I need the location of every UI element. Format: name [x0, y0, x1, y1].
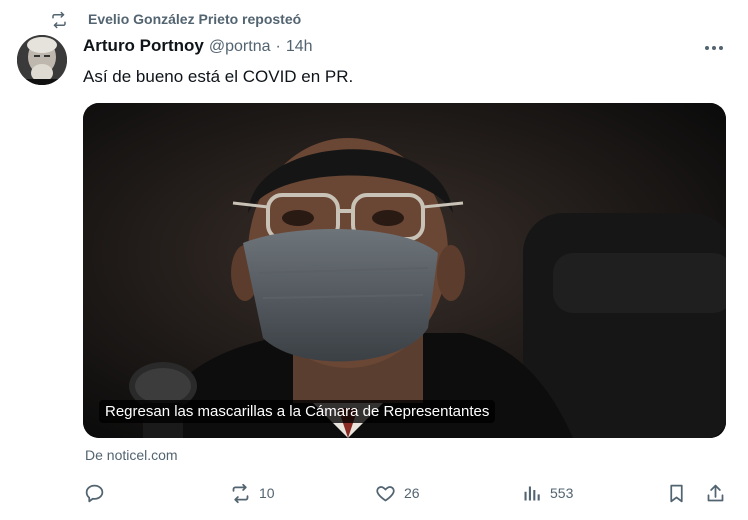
action-bar: 10 26 553 — [0, 478, 748, 508]
repost-count: 10 — [259, 485, 275, 501]
tweet-text: Así de bueno está el COVID en PR. — [83, 67, 354, 86]
reply-icon — [85, 484, 104, 502]
card-source[interactable]: De noticel.com — [85, 447, 178, 463]
author-name[interactable]: Arturo Portnoy — [83, 36, 204, 56]
repost-icon — [52, 11, 66, 29]
avatar-image — [17, 35, 67, 85]
more-horizontal-icon — [705, 46, 723, 50]
heart-icon — [376, 485, 395, 501]
repost-icon — [232, 483, 249, 503]
more-options-button[interactable] — [700, 38, 728, 58]
share-icon — [707, 484, 724, 501]
reply-button[interactable] — [84, 478, 105, 508]
tweet-header: Arturo Portnoy @portna · 14h — [83, 36, 313, 60]
views-button[interactable]: 553 — [521, 478, 573, 508]
like-button[interactable]: 26 — [375, 478, 420, 508]
card-caption: Regresan las mascarillas a la Cámara de … — [99, 400, 496, 423]
bookmark-icon — [670, 484, 683, 502]
views-bar-chart-icon — [524, 486, 540, 500]
repost-indicator[interactable]: Evelio González Prieto reposteó — [50, 10, 301, 30]
link-card[interactable]: Regresan las mascarillas a la Cámara de … — [83, 103, 726, 438]
card-photo — [83, 103, 726, 438]
repost-button[interactable]: 10 — [230, 478, 275, 508]
share-button[interactable] — [705, 478, 726, 508]
views-count: 553 — [550, 485, 574, 501]
repost-attribution[interactable]: Evelio González Prieto reposteó — [88, 11, 301, 27]
author-handle[interactable]: @portna — [209, 38, 271, 56]
separator-dot: · — [275, 38, 281, 55]
like-count: 26 — [404, 485, 420, 501]
bookmark-button[interactable] — [666, 478, 687, 508]
avatar[interactable] — [17, 35, 67, 85]
timestamp[interactable]: 14h — [286, 38, 313, 56]
